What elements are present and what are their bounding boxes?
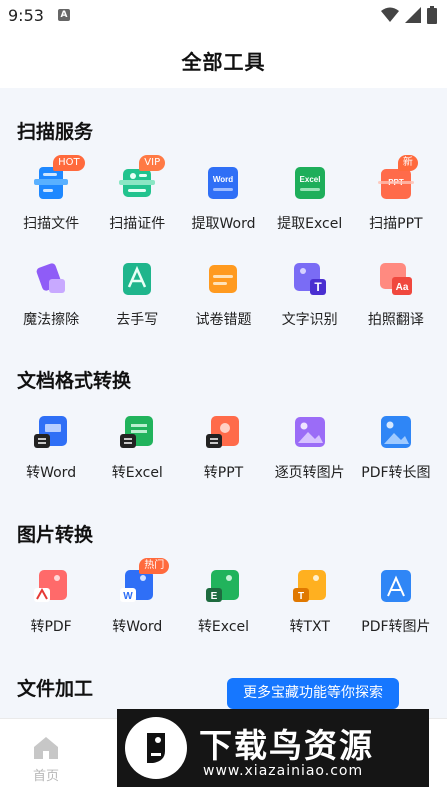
tool-exam-mistakes[interactable]: 试卷错题	[180, 253, 266, 349]
tool-label: 提取Excel	[277, 216, 343, 232]
tool-image-to-pdf[interactable]: 转PDF	[8, 560, 94, 656]
tool-label: 转PPT	[203, 465, 244, 481]
tool-label: 转Excel	[197, 619, 250, 635]
tool-extract-excel[interactable]: Excel 提取Excel	[267, 157, 353, 253]
section-title-doc-convert: 文档格式转换	[17, 370, 132, 392]
tool-scan-id[interactable]: VIP 扫描证件	[94, 155, 180, 253]
tool-label: 提取Word	[191, 216, 256, 232]
page-header: 全部工具	[0, 32, 447, 88]
tool-label: 试卷错题	[195, 312, 252, 328]
tool-image-to-txt[interactable]: T 转TXT	[267, 560, 353, 656]
image-to-txt-icon: T	[292, 570, 326, 602]
tool-to-ppt[interactable]: 转PPT	[180, 406, 266, 502]
icon-text: W	[124, 591, 134, 602]
tool-label: 转TXT	[289, 619, 330, 635]
status-bar: 9:53 A	[0, 0, 447, 32]
extract-excel-icon: Excel	[294, 167, 325, 199]
tool-image-to-word[interactable]: W 热门 转Word	[94, 558, 180, 656]
vip-badge: VIP	[139, 155, 166, 171]
new-badge: 新	[397, 155, 418, 171]
extract-word-icon: Word	[208, 167, 239, 199]
tool-label: 转Word	[112, 619, 163, 635]
tool-magic-erase[interactable]: 魔法擦除	[8, 253, 94, 349]
icon-text: T	[314, 280, 322, 294]
to-word-icon	[34, 416, 68, 448]
image-to-excel-icon: E	[206, 570, 240, 602]
pdf-to-long-image-icon	[380, 416, 411, 448]
photo-translate-icon: Aa	[379, 263, 412, 295]
home-icon	[34, 737, 58, 759]
tool-text-recognition[interactable]: T 文字识别	[267, 253, 353, 349]
tool-scan-file[interactable]: HOT 扫描文件	[8, 155, 94, 253]
tool-label: 扫描PPT	[369, 216, 423, 232]
watermark-url: www.xiazainiao.com	[203, 763, 364, 779]
section-title-image-convert: 图片转换	[17, 524, 94, 546]
tab-home-label: 首页	[32, 769, 59, 784]
tool-to-word[interactable]: 转Word	[8, 406, 94, 502]
page-title: 全部工具	[181, 50, 266, 74]
wifi-icon	[381, 7, 399, 22]
hot-badge: 热门	[139, 558, 170, 574]
tool-label: 文字识别	[281, 312, 338, 328]
tool-label: 拍照翻译	[367, 312, 424, 328]
tab-home[interactable]: 首页	[22, 735, 70, 784]
icon-text: Word	[213, 175, 233, 184]
text-recognition-icon: T	[293, 263, 326, 295]
tool-pdf-to-image[interactable]: PDF转图片	[353, 560, 439, 656]
tool-label: 逐页转图片	[274, 465, 345, 481]
bird-logo-icon	[147, 733, 165, 763]
tool-label: 魔法擦除	[23, 312, 80, 328]
tool-photo-translate[interactable]: Aa 拍照翻译	[353, 253, 439, 349]
doc-convert-grid: 转Word 转Excel 转PPT 逐页转图片 PDF转长图	[0, 406, 447, 502]
tool-label: 转Word	[26, 465, 77, 481]
watermark-logo	[125, 717, 187, 779]
tool-label: PDF转长图	[361, 465, 431, 481]
tool-label: 去手写	[116, 312, 159, 328]
pages-to-image-icon	[294, 417, 325, 447]
watermark-overlay: 下载鸟资源 www.xiazainiao.com	[117, 709, 429, 787]
exam-mistakes-icon	[209, 265, 238, 293]
remove-handwriting-icon	[123, 263, 152, 295]
tool-extract-word[interactable]: Word 提取Word	[180, 157, 266, 253]
image-to-pdf-icon	[34, 570, 68, 602]
tool-to-excel[interactable]: 转Excel	[94, 406, 180, 502]
to-ppt-icon	[206, 416, 240, 448]
tool-remove-handwriting[interactable]: 去手写	[94, 253, 180, 349]
tool-label: 转PDF	[30, 619, 72, 635]
icon-text: Aa	[395, 282, 408, 293]
section-title-file-processing: 文件加工	[17, 678, 94, 700]
battery-icon	[427, 6, 437, 24]
tool-pdf-to-long-image[interactable]: PDF转长图	[353, 406, 439, 502]
notification-icon: A	[58, 9, 70, 21]
tool-label: 扫描证件	[109, 216, 166, 232]
pdf-to-image-icon	[380, 570, 411, 602]
explore-more-button[interactable]: 更多宝藏功能等你探索	[227, 678, 399, 709]
section-title-scan: 扫描服务	[17, 121, 94, 143]
scan-tools-grid: HOT 扫描文件 VIP 扫描证件 Word 提取Word Excel 提取Ex…	[0, 155, 447, 349]
icon-text: Excel	[299, 175, 320, 184]
icon-text: T	[298, 591, 304, 602]
signal-icon	[405, 7, 421, 23]
tool-label: PDF转图片	[361, 619, 431, 635]
status-time: 9:53	[8, 6, 44, 25]
tool-pages-to-image[interactable]: 逐页转图片	[267, 406, 353, 502]
tool-label: 转Excel	[111, 465, 163, 481]
to-excel-icon	[120, 416, 154, 448]
system-icons	[381, 6, 437, 24]
hot-badge: HOT	[53, 155, 85, 171]
tool-label: 扫描文件	[23, 216, 80, 232]
image-convert-grid: 转PDF W 热门 转Word E 转Excel T 转TXT PDF转图片	[0, 558, 447, 656]
icon-text: E	[211, 591, 218, 602]
watermark-text: 下载鸟资源	[199, 726, 374, 765]
tool-image-to-excel[interactable]: E 转Excel	[180, 560, 266, 656]
tool-scan-ppt[interactable]: PPT 新 扫描PPT	[353, 155, 439, 253]
magic-erase-icon	[36, 263, 66, 293]
